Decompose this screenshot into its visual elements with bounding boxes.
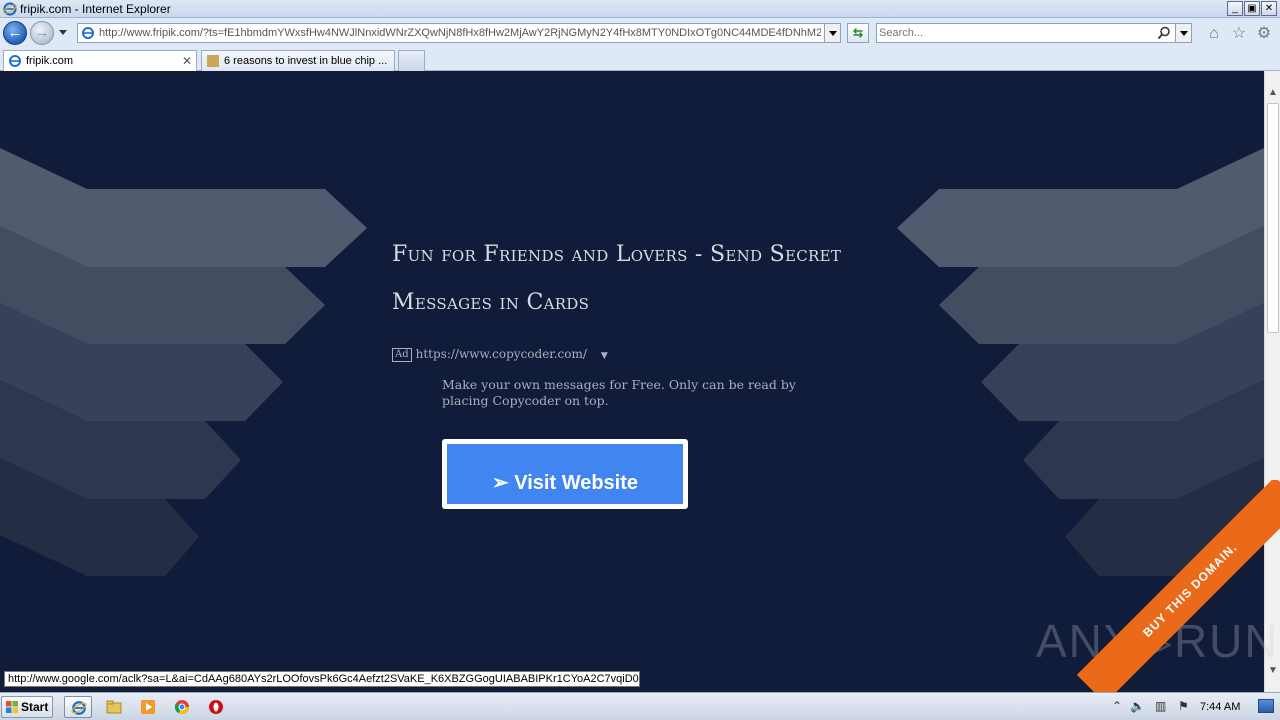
windows-flag-icon	[6, 701, 18, 713]
ad-source-line: Ad https://www.copycoder.com/ ▼	[392, 347, 608, 362]
action-center-flag-icon[interactable]: ⚑	[1178, 699, 1189, 713]
start-label: Start	[21, 700, 49, 714]
buy-domain-ribbon-wrap: BUY THIS DOMAIN.	[1040, 480, 1280, 692]
taskbar: Start ⌃ 🔈 ▥ ⚑ 7:44 AM	[0, 692, 1280, 720]
opera-icon	[209, 700, 223, 714]
close-window-button[interactable]: ✕	[1261, 1, 1277, 16]
network-icon[interactable]: ▥	[1155, 699, 1166, 713]
taskbar-opera[interactable]	[202, 696, 230, 718]
internet-explorer-icon	[71, 701, 87, 715]
tab-blue-chip[interactable]: 6 reasons to invest in blue chip ...	[201, 50, 395, 71]
status-link-url: http://www.google.com/aclk?sa=L&ai=CdAAg…	[4, 671, 640, 687]
ad-headline[interactable]: Fun for Friends and Lovers - Send Secret…	[392, 231, 862, 327]
address-bar[interactable]: http://www.fripik.com/?ts=fE1hbmdmYWxsfH…	[77, 23, 841, 43]
navigation-bar: ← → http://www.fripik.com/?ts=fE1hbmdmYW…	[0, 18, 1280, 48]
ad-url-link[interactable]: https://www.copycoder.com/	[416, 347, 587, 361]
search-input[interactable]	[879, 25, 1155, 41]
show-hidden-icons-icon[interactable]: ⌃	[1112, 699, 1122, 713]
tab-label: 6 reasons to invest in blue chip ...	[224, 55, 388, 67]
new-tab-button[interactable]	[398, 50, 425, 71]
search-box[interactable]	[876, 23, 1192, 43]
ad-caret-icon[interactable]: ▼	[601, 351, 608, 361]
tab-favicon-icon	[207, 55, 219, 67]
tab-ie-icon	[9, 55, 21, 67]
chrome-icon	[174, 700, 189, 714]
back-button[interactable]: ←	[3, 21, 27, 45]
tab-label: fripik.com	[26, 55, 74, 67]
tab-fripik[interactable]: fripik.com ✕	[3, 50, 197, 71]
visit-website-label: ➢ Visit Website	[447, 444, 683, 504]
compatibility-refresh-button[interactable]: ⇆	[847, 23, 869, 43]
ad-badge: Ad	[392, 348, 412, 362]
show-desktop-button[interactable]	[1258, 699, 1274, 713]
media-player-icon	[141, 700, 155, 714]
address-dropdown-button[interactable]	[824, 24, 840, 42]
tab-bar: fripik.com ✕ 6 reasons to invest in blue…	[0, 48, 1280, 71]
gear-icon[interactable]: ⚙	[1255, 25, 1273, 43]
volume-icon[interactable]: 🔈	[1130, 699, 1145, 713]
search-icon[interactable]	[1157, 26, 1171, 40]
window-titlebar: fripik.com - Internet Explorer _ ▣ ✕	[0, 0, 1280, 18]
taskbar-internet-explorer[interactable]	[64, 696, 92, 718]
ad-description: Make your own messages for Free. Only ca…	[442, 377, 796, 408]
search-provider-dropdown[interactable]	[1175, 24, 1191, 42]
taskbar-file-explorer[interactable]	[100, 696, 128, 718]
buy-domain-ribbon[interactable]: BUY THIS DOMAIN.	[1076, 480, 1280, 692]
internet-explorer-icon	[3, 2, 17, 16]
forward-arrow-icon: →	[34, 24, 50, 41]
address-url[interactable]: http://www.fripik.com/?ts=fE1hbmdmYWxsfH…	[99, 27, 821, 39]
forward-button[interactable]: →	[30, 21, 54, 45]
start-button[interactable]: Start	[1, 696, 53, 718]
favorites-star-icon[interactable]: ☆	[1230, 25, 1248, 43]
taskbar-clock[interactable]: 7:44 AM	[1200, 701, 1240, 713]
back-arrow-icon: ←	[7, 24, 23, 41]
scroll-up-icon[interactable]: ▲	[1265, 85, 1280, 101]
visit-website-button[interactable]: ➢ Visit Website	[442, 439, 688, 509]
page-ie-icon	[82, 27, 94, 39]
window-title: fripik.com - Internet Explorer	[20, 2, 171, 16]
minimize-button[interactable]: _	[1227, 1, 1243, 16]
folder-icon	[106, 700, 122, 714]
restore-button[interactable]: ▣	[1244, 1, 1260, 16]
taskbar-chrome[interactable]	[168, 696, 196, 718]
taskbar-media-player[interactable]	[134, 696, 162, 718]
recent-pages-dropdown[interactable]	[59, 30, 67, 35]
home-icon[interactable]: ⌂	[1205, 25, 1223, 43]
scrollbar-thumb[interactable]	[1267, 103, 1279, 333]
close-tab-icon[interactable]: ✕	[182, 54, 192, 68]
